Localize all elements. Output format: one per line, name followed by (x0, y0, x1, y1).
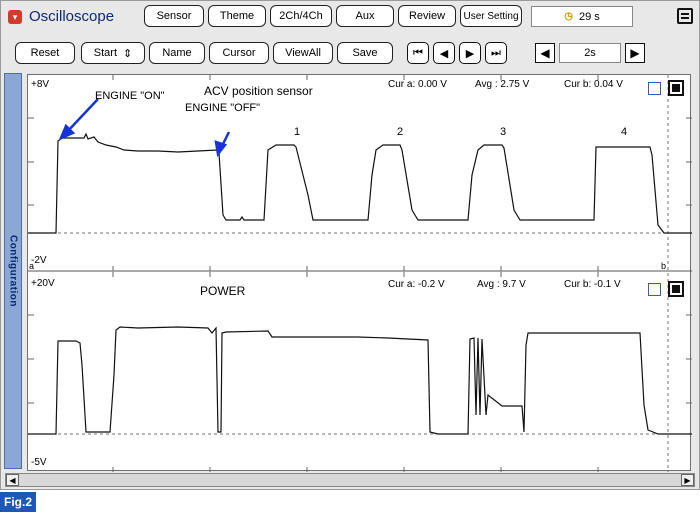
scroll-left-icon[interactable]: ◀ (6, 474, 19, 486)
ch1-checkbox[interactable] (648, 82, 661, 95)
aux-button[interactable]: Aux (336, 5, 394, 27)
engine-off-annotation: ENGINE "OFF" (185, 102, 261, 114)
ch2-top-scale: +20V (31, 278, 55, 289)
configuration-tab-label: Configuration (7, 234, 19, 308)
ch2-channel-toggle[interactable] (668, 281, 684, 297)
figure-label: Fig.2 (0, 492, 36, 512)
name-button[interactable]: Name (149, 42, 205, 64)
ch1-top-scale: +8V (31, 79, 50, 90)
ch2-bottom-scale: -5V (31, 457, 47, 468)
cursor-b-marker: b (661, 261, 667, 271)
channels-button[interactable]: 2Ch/4Ch (270, 5, 332, 27)
viewall-button[interactable]: ViewAll (273, 42, 333, 64)
sensor-button[interactable]: Sensor (144, 5, 204, 27)
user-setting-button[interactable]: User Setting (460, 5, 522, 27)
pulse-1-label: 1 (294, 126, 301, 138)
start-label: Start (93, 47, 117, 59)
ch2-waveform (28, 326, 692, 435)
close-icon[interactable]: ▾ (8, 10, 22, 24)
ch1-ticks (28, 75, 692, 271)
configuration-tab[interactable]: Configuration (4, 73, 22, 469)
ch2-cursor-a: Cur a: -0.2 V (388, 279, 445, 290)
waveform-svg (28, 75, 692, 472)
step-forward-icon[interactable]: ▶ (459, 42, 481, 64)
ch2-avg: Avg : 9.7 V (477, 279, 526, 290)
pulse-4-label: 4 (621, 126, 628, 138)
ch2-name: POWER (200, 284, 246, 298)
clock-icon: ◷ (564, 11, 573, 22)
engine-on-annotation: ENGINE "ON" (95, 90, 165, 102)
timebase-increase-icon[interactable]: ▶ (625, 43, 645, 63)
review-button[interactable]: Review (398, 5, 456, 27)
timer-value: 29 s (578, 10, 600, 23)
skip-start-icon[interactable]: ⏮ (407, 42, 429, 64)
control-toolbar: Reset Start ⇕ Name Cursor ViewAll Save ⏮… (1, 38, 700, 68)
ch2-ticks (28, 272, 692, 472)
ch2-checkbox[interactable] (648, 283, 661, 296)
scroll-right-icon[interactable]: ▶ (681, 474, 694, 486)
ch1-channel-toggle[interactable] (668, 80, 684, 96)
ch1-cursor-b: Cur b: 0.04 V (564, 79, 623, 90)
pulse-2-label: 2 (397, 126, 404, 138)
save-button[interactable]: Save (337, 42, 393, 64)
top-toolbar: ▾ Oscilloscope Sensor Theme 2Ch/4Ch Aux … (1, 1, 700, 31)
horizontal-scrollbar[interactable]: ◀ ▶ (5, 473, 695, 487)
timebase-value: 2s (559, 43, 621, 63)
ch1-avg: Avg : 2.75 V (475, 79, 530, 90)
menu-icon[interactable] (677, 8, 693, 24)
theme-button[interactable]: Theme (208, 5, 266, 27)
timer-display: ◷ 29 s (531, 6, 633, 27)
timebase-decrease-icon[interactable]: ◀ (535, 43, 555, 63)
skip-end-icon[interactable]: ⏭ (485, 42, 507, 64)
ch2-cursor-b: Cur b: -0.1 V (564, 279, 621, 290)
waveform-display: +8V -2V a b ACV position sensor Cur a: 0… (27, 74, 692, 472)
cursor-button[interactable]: Cursor (209, 42, 269, 64)
app-title: Oscilloscope (29, 8, 115, 25)
ch1-name: ACV position sensor (204, 84, 313, 98)
ch1-cursor-a: Cur a: 0.00 V (388, 79, 447, 90)
reset-button[interactable]: Reset (15, 42, 75, 64)
updown-icon: ⇕ (123, 47, 133, 60)
step-back-icon[interactable]: ◀ (433, 42, 455, 64)
pulse-3-label: 3 (500, 126, 507, 138)
ch1-waveform (28, 132, 692, 234)
start-button[interactable]: Start ⇕ (81, 42, 145, 64)
oscilloscope-window: ▾ Oscilloscope Sensor Theme 2Ch/4Ch Aux … (0, 0, 700, 490)
cursor-a-marker: a (29, 261, 35, 271)
